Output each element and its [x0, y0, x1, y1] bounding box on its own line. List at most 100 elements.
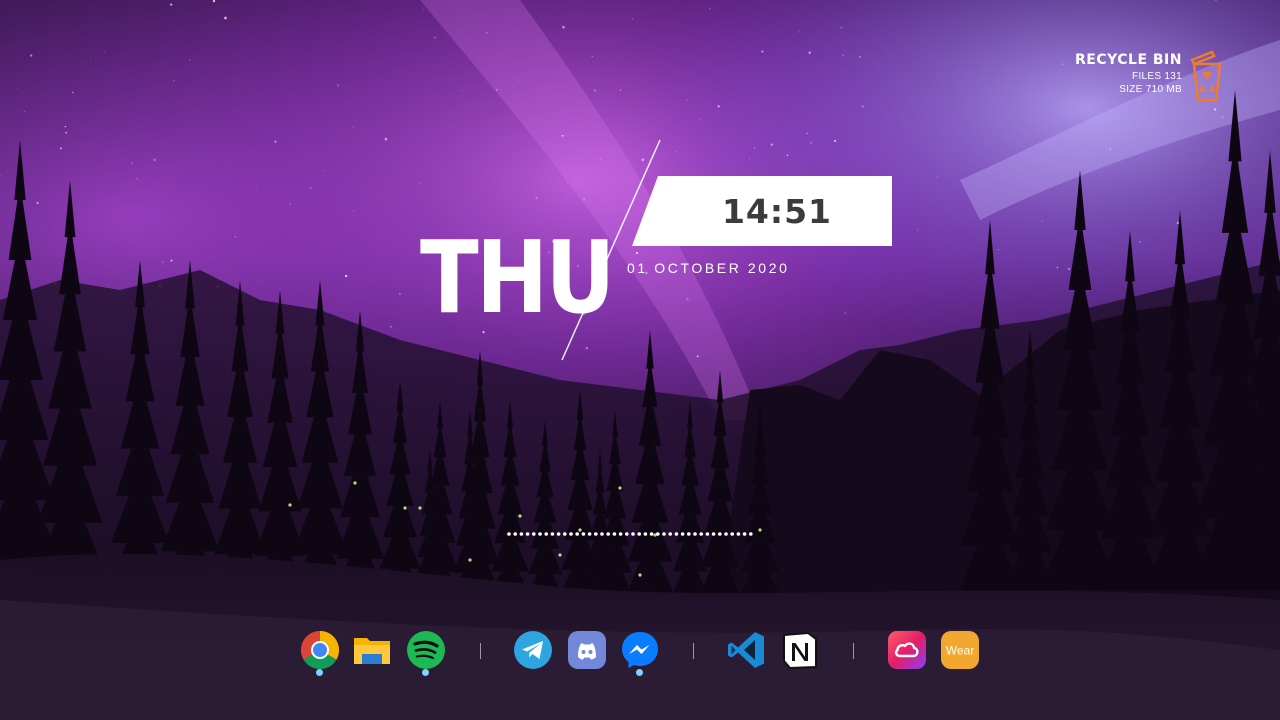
- star: [1062, 63, 1064, 65]
- visualizer-dot: [662, 532, 666, 536]
- star: [686, 99, 688, 102]
- spotify-running-indicator: [422, 669, 429, 676]
- star: [770, 143, 773, 146]
- visualizer-dot: [612, 532, 617, 536]
- dock-separator: [693, 643, 694, 659]
- star: [30, 54, 33, 57]
- recycle-bin-title: RECYCLE BIN: [1075, 52, 1182, 68]
- star: [917, 229, 919, 231]
- star: [635, 251, 639, 255]
- star: [936, 176, 939, 178]
- dock-vscode[interactable]: [726, 630, 766, 670]
- messenger-icon: [622, 632, 658, 668]
- visualizer-dot: [649, 532, 654, 536]
- star: [224, 16, 227, 20]
- visualizer-dot: [594, 532, 598, 536]
- visualizer-dot: [674, 532, 679, 536]
- star: [861, 105, 864, 108]
- visualizer-dot: [618, 532, 623, 536]
- star: [344, 274, 348, 278]
- creative-cloud-icon: [888, 631, 926, 669]
- dock-telegram[interactable]: [513, 630, 553, 670]
- visualizer-dot: [556, 532, 561, 536]
- star: [631, 18, 633, 20]
- date-label: 01 OCTOBER 2020: [627, 260, 790, 276]
- star: [761, 50, 764, 53]
- time-label: 14:51: [721, 191, 833, 231]
- dock-separator: [480, 643, 481, 659]
- wear-icon-label: Wear: [946, 644, 974, 658]
- star: [36, 201, 39, 205]
- star: [780, 137, 782, 139]
- star: [927, 114, 929, 116]
- folder-icon: [354, 638, 390, 664]
- firefly: [288, 503, 292, 507]
- star: [619, 89, 622, 91]
- star: [859, 55, 862, 58]
- star: [161, 261, 165, 264]
- star: [709, 8, 711, 10]
- dock-creative-cloud[interactable]: [887, 630, 927, 670]
- recycle-bin-icon[interactable]: [1190, 50, 1224, 102]
- star: [189, 59, 191, 61]
- dock-separator: [853, 643, 854, 659]
- star: [840, 26, 843, 29]
- star: [352, 126, 355, 128]
- visualizer-dot: [538, 532, 542, 536]
- star: [675, 339, 677, 340]
- star: [593, 89, 597, 92]
- firefly: [468, 558, 472, 562]
- star: [59, 147, 63, 150]
- desktop-wallpaper: [0, 0, 1280, 720]
- visualizer-dot: [668, 532, 672, 536]
- star: [104, 51, 106, 53]
- visualizer-dot: [587, 532, 592, 536]
- vscode-icon: [728, 632, 764, 668]
- dock-file-explorer[interactable]: [352, 630, 392, 670]
- dock-spotify[interactable]: [406, 630, 446, 676]
- star: [153, 158, 156, 162]
- spotify-icon: [407, 631, 445, 669]
- dock-messenger[interactable]: [620, 630, 660, 676]
- star: [389, 325, 392, 328]
- dock-wear[interactable]: Wear: [940, 630, 980, 670]
- star: [496, 89, 498, 91]
- star: [806, 132, 808, 135]
- dock-chrome[interactable]: [300, 630, 340, 676]
- star: [696, 355, 699, 358]
- visualizer-dot: [625, 532, 629, 536]
- dock-discord[interactable]: [567, 630, 607, 670]
- notion-icon: [783, 631, 817, 670]
- telegram-icon: [514, 631, 552, 669]
- star: [130, 162, 134, 165]
- star: [255, 189, 257, 191]
- visualizer-dot: [519, 532, 524, 536]
- recycle-bin-info: RECYCLE BIN FILES 131 SIZE 710 MB: [1075, 50, 1182, 96]
- star: [353, 210, 355, 212]
- star: [599, 157, 602, 160]
- dock-notion[interactable]: [780, 630, 820, 670]
- star: [384, 137, 388, 141]
- star: [566, 181, 568, 183]
- time-box: 14:51: [632, 176, 892, 246]
- star: [170, 259, 173, 262]
- recycle-bin-widget[interactable]: RECYCLE BIN FILES 131 SIZE 710 MB: [1075, 50, 1224, 102]
- star: [65, 131, 68, 134]
- firefly: [558, 553, 562, 557]
- star: [1139, 241, 1141, 243]
- weekday-label: THU: [420, 219, 615, 336]
- visualizer-dot: [575, 532, 579, 536]
- star: [641, 158, 645, 162]
- star: [686, 297, 689, 301]
- star: [786, 154, 789, 157]
- star: [1068, 267, 1071, 271]
- taskbar-dock: Wear: [0, 630, 1280, 690]
- visualizer-dot: [656, 532, 660, 536]
- visualizer-dot: [705, 532, 710, 536]
- aurora-forest-wallpaper: [0, 0, 1280, 720]
- visualizer-dot: [711, 532, 716, 536]
- messenger-running-indicator: [636, 669, 643, 676]
- chrome-icon: [300, 630, 340, 670]
- recycle-bin-size: SIZE 710 MB: [1119, 84, 1182, 95]
- visualizer-dot: [631, 532, 635, 536]
